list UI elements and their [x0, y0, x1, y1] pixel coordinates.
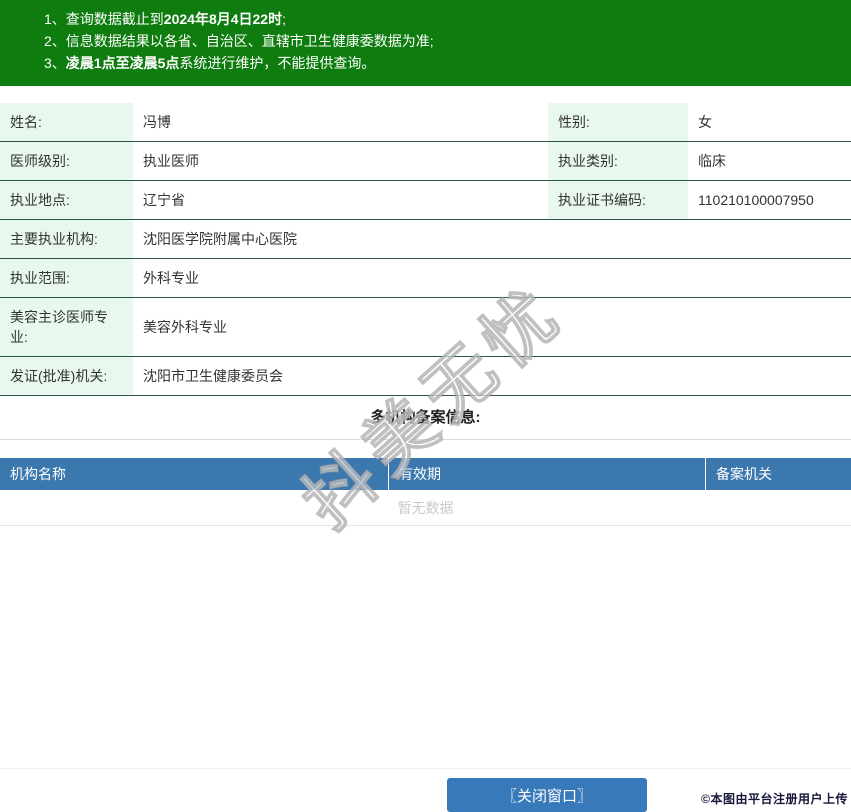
- notice-line-2: 2、信息数据结果以各省、自治区、直辖市卫生健康委数据为准;: [44, 30, 841, 52]
- column-header-validity: 有效期: [388, 458, 705, 490]
- field-value-category: 临床: [688, 142, 851, 181]
- table-row: 执业范围: 外科专业: [0, 259, 851, 298]
- notice-line-3: 3、凌晨1点至凌晨5点系统进行维护，不能提供查询。: [44, 52, 841, 74]
- filing-table-header: 机构名称 有效期 备案机关: [0, 458, 851, 490]
- field-value-sex: 女: [688, 103, 851, 142]
- field-value-cert-no: 110210100007950: [688, 181, 851, 220]
- column-header-filing-authority: 备案机关: [705, 458, 851, 490]
- field-label-category: 执业类别:: [548, 142, 688, 181]
- notice-line-1: 1、查询数据截止到2024年8月4日22时;: [44, 8, 841, 30]
- field-value-main-institution: 沈阳医学院附属中心医院: [133, 220, 851, 259]
- doctor-info-table: 姓名: 冯博 性别: 女 医师级别: 执业医师 执业类别: 临床 执业地点: 辽…: [0, 103, 851, 396]
- field-label-name: 姓名:: [0, 103, 133, 142]
- field-value-issuing-authority: 沈阳市卫生健康委员会: [133, 357, 851, 396]
- field-value-location: 辽宁省: [133, 181, 548, 220]
- filing-section-title: 多机构备案信息:: [0, 396, 851, 440]
- field-value-level: 执业医师: [133, 142, 548, 181]
- field-label-level: 医师级别:: [0, 142, 133, 181]
- table-row: 执业地点: 辽宁省 执业证书编码: 110210100007950: [0, 181, 851, 220]
- field-value-scope: 外科专业: [133, 259, 851, 298]
- close-window-button[interactable]: 〖关闭窗口〗: [447, 778, 647, 812]
- table-row: 发证(批准)机关: 沈阳市卫生健康委员会: [0, 357, 851, 396]
- field-label-issuing-authority: 发证(批准)机关:: [0, 357, 133, 396]
- notice-banner: 1、查询数据截止到2024年8月4日22时; 2、信息数据结果以各省、自治区、直…: [0, 0, 851, 86]
- field-value-name: 冯博: [133, 103, 548, 142]
- field-label-main-institution: 主要执业机构:: [0, 220, 133, 259]
- field-label-scope: 执业范围:: [0, 259, 133, 298]
- no-data-message: 暂无数据: [0, 490, 851, 526]
- field-label-location: 执业地点:: [0, 181, 133, 220]
- filing-gap: [0, 440, 851, 458]
- field-label-beauty-specialty: 美容主诊医师专业:: [0, 298, 133, 357]
- table-row: 姓名: 冯博 性别: 女: [0, 103, 851, 142]
- field-value-beauty-specialty: 美容外科专业: [133, 298, 851, 357]
- field-label-sex: 性别:: [548, 103, 688, 142]
- field-label-cert-no: 执业证书编码:: [548, 181, 688, 220]
- table-row: 主要执业机构: 沈阳医学院附属中心医院: [0, 220, 851, 259]
- table-row: 医师级别: 执业医师 执业类别: 临床: [0, 142, 851, 181]
- footer-divider: [0, 768, 851, 769]
- copyright-watermark-text: ©本图由平台注册用户上传: [701, 790, 848, 807]
- column-header-institution: 机构名称: [0, 458, 388, 490]
- table-row: 美容主诊医师专业: 美容外科专业: [0, 298, 851, 357]
